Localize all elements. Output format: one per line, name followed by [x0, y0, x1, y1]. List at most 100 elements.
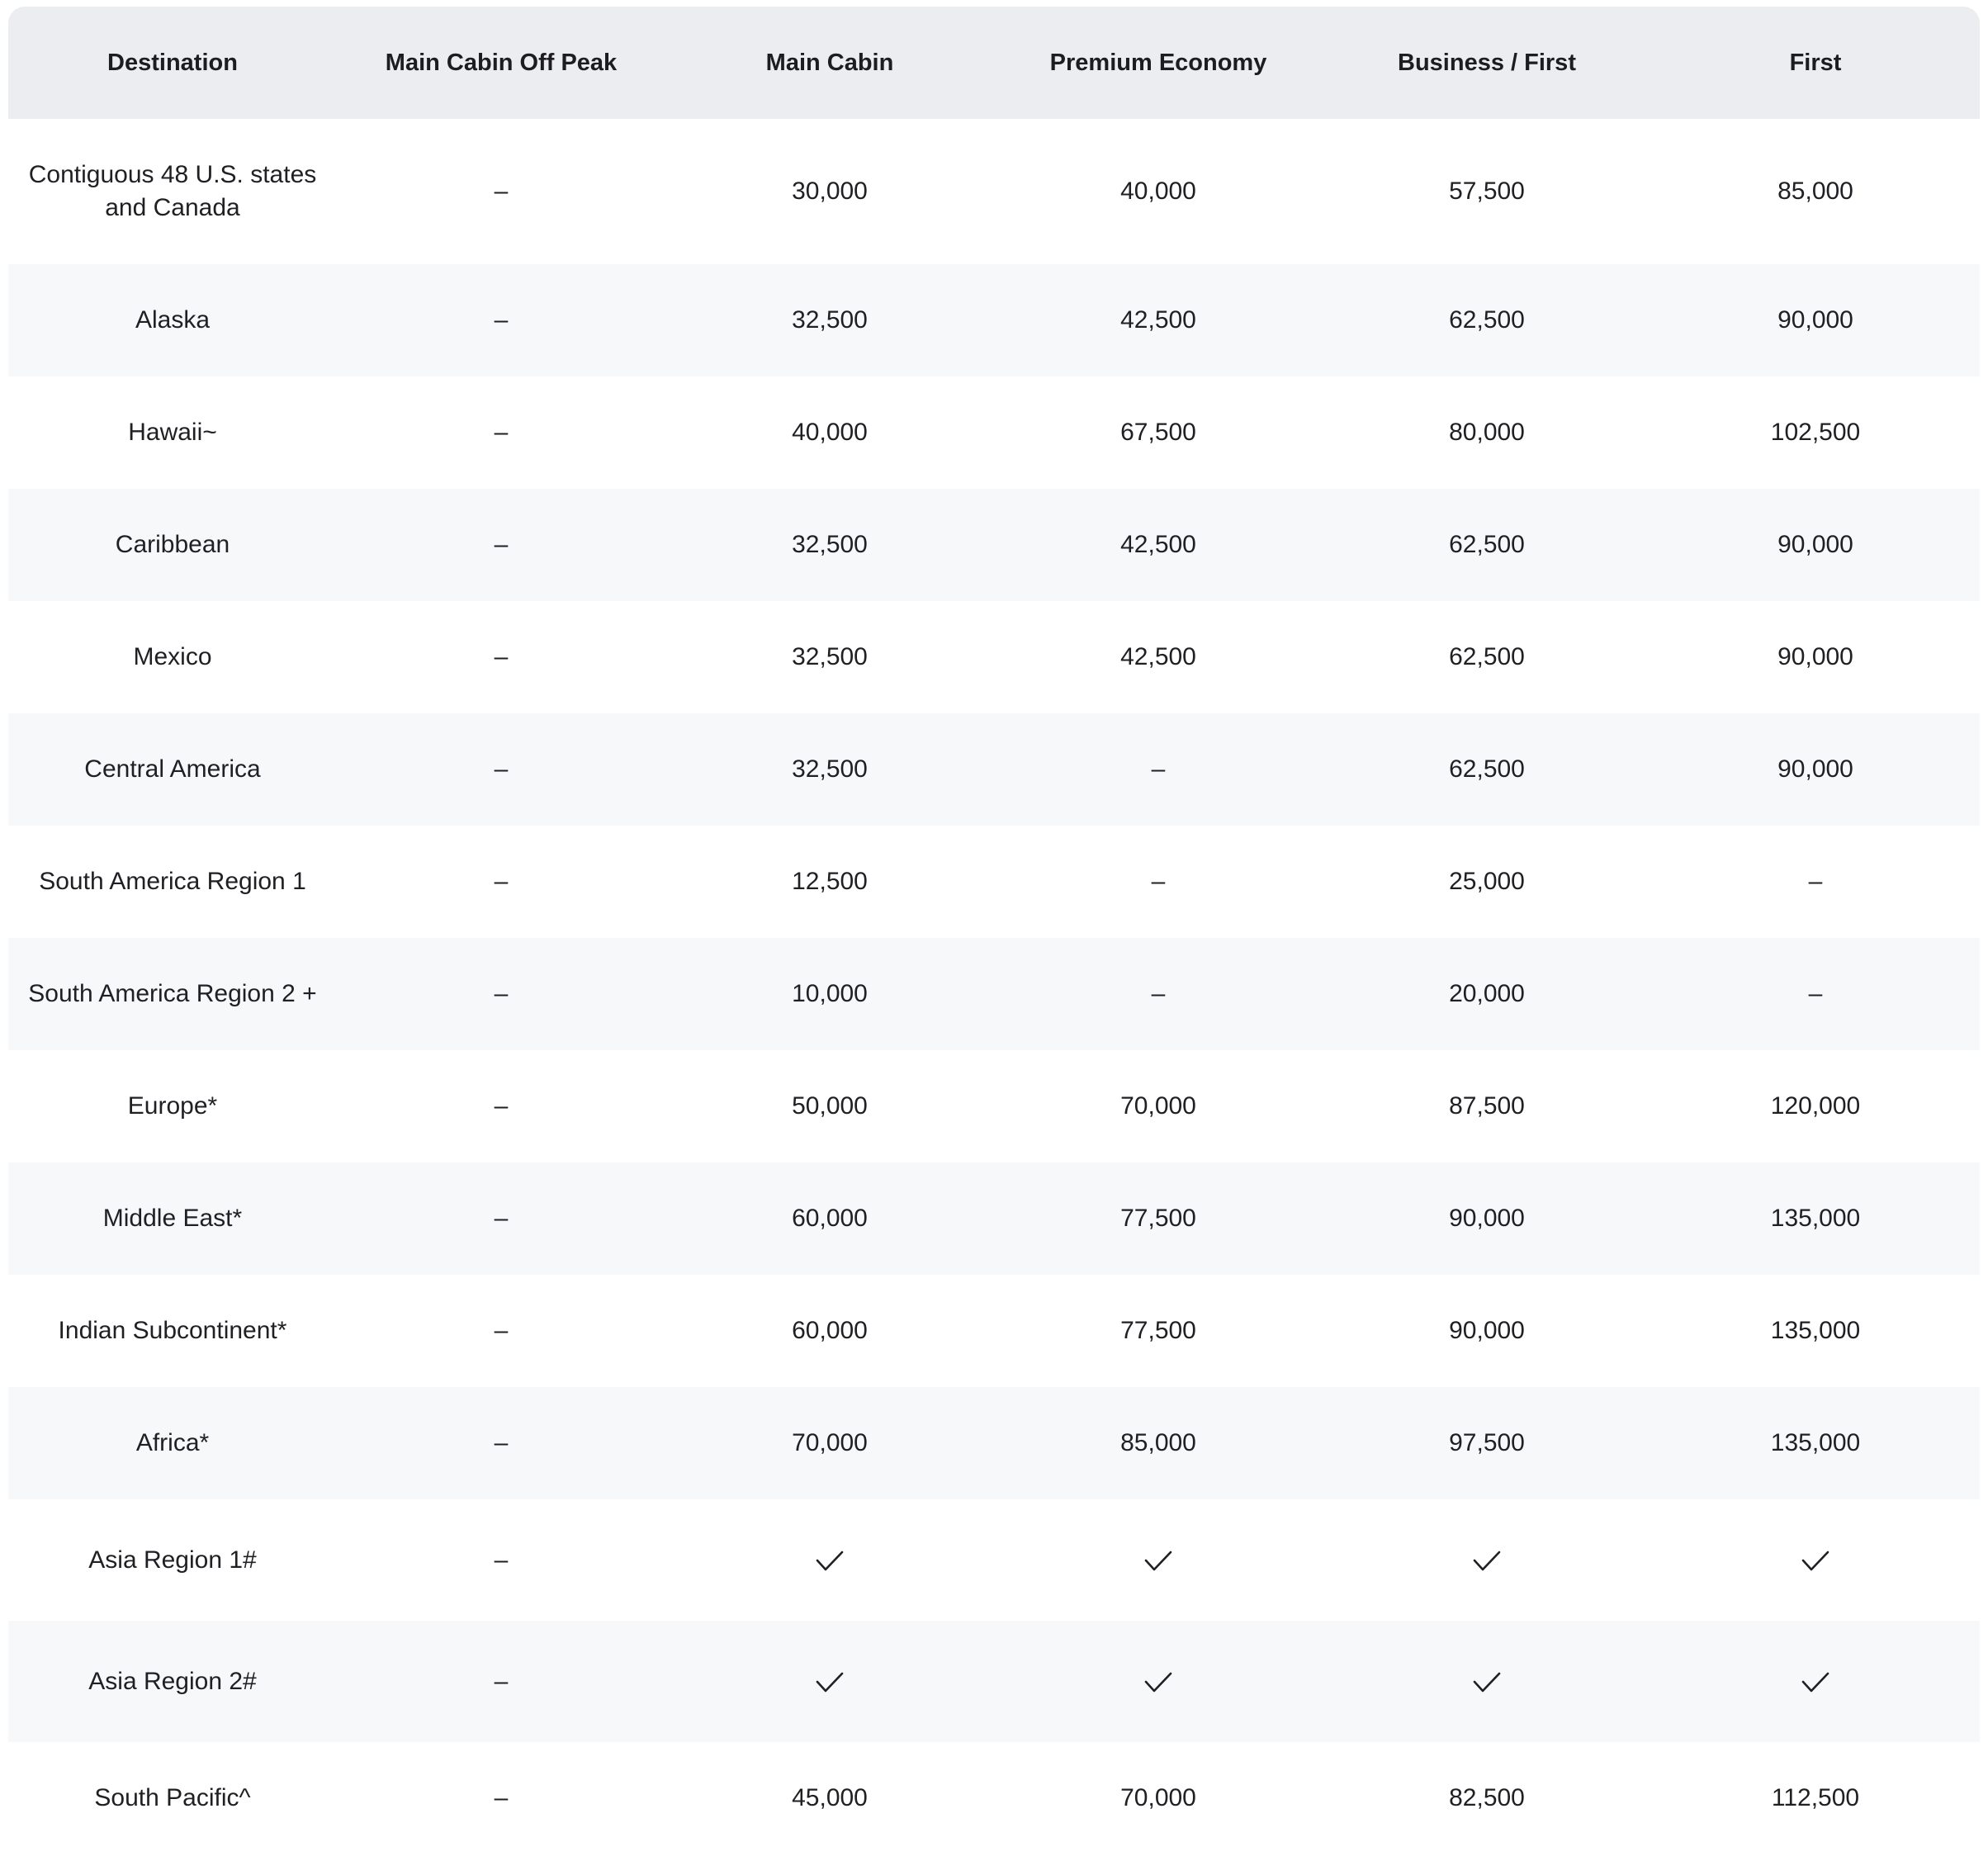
- main-cabin-cell: 60,000: [792, 1317, 868, 1344]
- premium-economy-cell: 85,000: [994, 1387, 1323, 1499]
- first-cell: 135,000: [1770, 1317, 1861, 1344]
- main-cabin-off-peak-cell: –: [494, 419, 509, 446]
- main-cabin-cell: 32,500: [665, 713, 994, 826]
- main-cabin-off-peak-cell: –: [337, 938, 665, 1050]
- premium-economy-cell: –: [994, 713, 1323, 826]
- first-cell: 90,000: [1651, 713, 1980, 826]
- premium-economy-cell: 70,000: [1120, 1784, 1196, 1811]
- first-cell: 90,000: [1651, 489, 1980, 601]
- business-first-cell: 57,500: [1449, 178, 1525, 205]
- main-cabin-cell: 60,000: [665, 1162, 994, 1275]
- premium-economy-cell: 42,500: [1120, 643, 1196, 670]
- checkmark-icon: [816, 1551, 844, 1570]
- main-cabin-cell: [665, 1621, 994, 1742]
- destination-cell: South Pacific^: [94, 1784, 251, 1811]
- column-header-first: First: [1651, 7, 1980, 119]
- first-cell: 102,500: [1770, 419, 1861, 446]
- main-cabin-off-peak-cell: –: [494, 643, 509, 670]
- main-cabin-cell: 30,000: [792, 178, 868, 205]
- award-chart-table: Destination Main Cabin Off Peak Main Cab…: [8, 7, 1980, 1854]
- business-first-cell: 25,000: [1449, 868, 1525, 895]
- premium-economy-cell: [994, 1499, 1323, 1621]
- table-row: Central America –32,500–62,500 90,000: [8, 713, 1980, 826]
- checkmark-icon: [816, 1672, 844, 1692]
- first-cell: 112,500: [1771, 1784, 1860, 1811]
- main-cabin-cell: 40,000: [792, 419, 868, 446]
- first-cell: 90,000: [1651, 264, 1980, 376]
- first-cell: 135,000: [1651, 1162, 1980, 1275]
- table-row: Caribbean –32,500 42,500 62,500 90,000: [8, 489, 1980, 601]
- business-first-cell: 82,500: [1449, 1784, 1525, 1811]
- table-row: Hawaii~ – 40,000 67,500 80,000 102,500: [8, 376, 1980, 489]
- first-cell: [1651, 1499, 1980, 1621]
- table-row: South America Region 1 – 12,500 – 25,000 –: [8, 826, 1980, 938]
- main-cabin-cell: 10,000: [665, 938, 994, 1050]
- table-row: Middle East* –60,000 77,500 90,000 135,000: [8, 1162, 1980, 1275]
- main-cabin-cell: 32,500: [665, 489, 994, 601]
- destination-cell: Mexico: [133, 643, 212, 670]
- destination-cell: Asia Region 1#: [88, 1546, 257, 1574]
- first-cell: 120,000: [1770, 1092, 1861, 1120]
- checkmark-icon: [1801, 1551, 1829, 1570]
- first-cell: –: [1808, 868, 1823, 895]
- header-row: Destination Main Cabin Off Peak Main Cab…: [8, 7, 1980, 119]
- destination-cell: Hawaii~: [128, 419, 217, 446]
- destination-cell: Middle East*: [8, 1162, 337, 1275]
- premium-economy-cell: 77,500: [994, 1162, 1323, 1275]
- table-row: Indian Subcontinent* – 60,000 77,500 90,000 1…: [8, 1275, 1980, 1387]
- premium-economy-cell: 42,500: [994, 489, 1323, 601]
- main-cabin-cell: 70,000: [665, 1387, 994, 1499]
- main-cabin-off-peak-cell: –: [494, 1317, 509, 1344]
- business-first-cell: 62,500: [1449, 643, 1525, 670]
- main-cabin-off-peak-cell: –: [337, 713, 665, 826]
- main-cabin-off-peak-cell: –: [494, 868, 509, 895]
- main-cabin-off-peak-cell: –: [494, 1092, 509, 1120]
- table-row: Africa* –70,000 85,000 97,500 135,000: [8, 1387, 1980, 1499]
- main-cabin-off-peak-cell: –: [337, 1387, 665, 1499]
- table-row: Alaska –32,500 42,500 62,500 90,000: [8, 264, 1980, 376]
- main-cabin-cell: 50,000: [792, 1092, 868, 1120]
- checkmark-icon: [1473, 1551, 1501, 1570]
- destination-cell: Central America: [8, 713, 337, 826]
- business-first-cell: 80,000: [1449, 419, 1525, 446]
- column-header-premium-economy: Premium Economy: [994, 7, 1323, 119]
- main-cabin-cell: 12,500: [792, 868, 868, 895]
- premium-economy-cell: 70,000: [1120, 1092, 1196, 1120]
- column-header-business-first: Business / First: [1323, 7, 1651, 119]
- main-cabin-off-peak-cell: –: [337, 1162, 665, 1275]
- column-header-destination: Destination: [8, 7, 337, 119]
- premium-economy-cell: 77,500: [1120, 1317, 1196, 1344]
- table-row: South America Region 2 + –10,000–20,000–: [8, 938, 1980, 1050]
- table-row: Asia Region 1# –: [8, 1499, 1980, 1621]
- column-header-main-cabin: Main Cabin: [665, 7, 994, 119]
- checkmark-icon: [1801, 1672, 1829, 1692]
- checkmark-icon: [1144, 1672, 1172, 1692]
- destination-cell: Indian Subcontinent*: [58, 1317, 287, 1344]
- table-row: Mexico – 32,500 42,500 62,500 90,000: [8, 601, 1980, 713]
- table-body: Contiguous 48 U.S. states and Canada –30,…: [8, 119, 1980, 1854]
- table-header: Destination Main Cabin Off Peak Main Cab…: [8, 7, 1980, 119]
- checkmark-icon: [1473, 1672, 1501, 1692]
- premium-economy-cell: –: [994, 938, 1323, 1050]
- table-row: South Pacific^ – 45,000 70,000 82,500 112,500: [8, 1742, 1980, 1854]
- business-first-cell: 87,500: [1449, 1092, 1525, 1120]
- first-cell: [1651, 1621, 1980, 1742]
- main-cabin-cell: 32,500: [665, 264, 994, 376]
- checkmark-icon: [1144, 1551, 1172, 1570]
- business-first-cell: 20,000: [1323, 938, 1651, 1050]
- main-cabin-off-peak-cell: –: [494, 1546, 509, 1574]
- main-cabin-off-peak-cell: –: [494, 178, 509, 205]
- destination-cell: Africa*: [8, 1387, 337, 1499]
- main-cabin-off-peak-cell: –: [337, 264, 665, 376]
- premium-economy-cell: [994, 1621, 1323, 1742]
- first-cell: 135,000: [1651, 1387, 1980, 1499]
- business-first-cell: 90,000: [1323, 1162, 1651, 1275]
- table-row: Europe* – 50,000 70,000 87,500 120,000: [8, 1050, 1980, 1162]
- table-row: Contiguous 48 U.S. states and Canada – 30,…: [8, 119, 1980, 264]
- first-cell: 85,000: [1777, 178, 1853, 205]
- business-first-cell: 97,500: [1323, 1387, 1651, 1499]
- main-cabin-cell: 32,500: [792, 643, 868, 670]
- main-cabin-off-peak-cell: –: [494, 1784, 509, 1811]
- business-first-cell: 62,500: [1323, 264, 1651, 376]
- business-first-cell: 90,000: [1449, 1317, 1525, 1344]
